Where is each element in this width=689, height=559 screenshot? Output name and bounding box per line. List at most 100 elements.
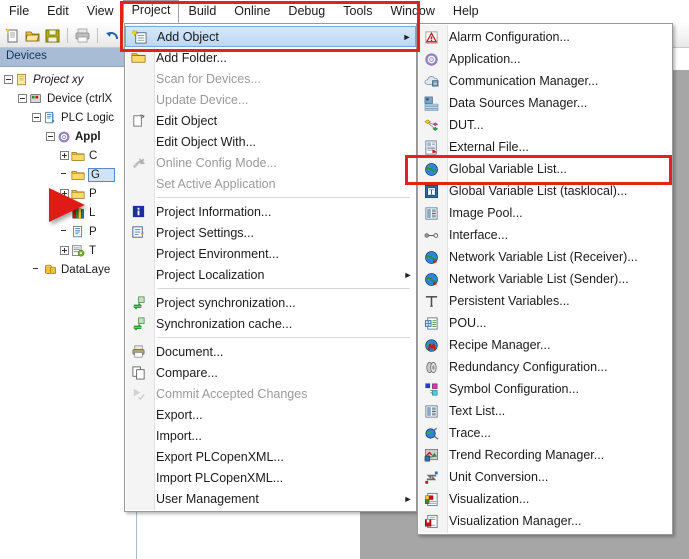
tree-item-label[interactable]: P [89, 188, 97, 200]
tree-item[interactable]: PLC Logic [0, 108, 136, 127]
menu-item-edit-object-with[interactable]: Edit Object With... [125, 131, 416, 152]
menu-item-project-information[interactable]: Project Information... [125, 201, 416, 222]
menu-item-external-file[interactable]: External File... [418, 136, 672, 158]
save-project-icon[interactable] [44, 27, 61, 44]
tree-expander-minus-icon[interactable] [46, 132, 55, 141]
undo-icon[interactable] [104, 27, 121, 44]
tree-item-label[interactable]: T [89, 245, 96, 257]
menubar-item-build[interactable]: Build [179, 1, 225, 23]
menu-item-trend-recording-manager[interactable]: Trend Recording Manager... [418, 444, 672, 466]
tree-expander-placeholder [32, 265, 41, 274]
menu-item-synchronization-cache[interactable]: Synchronization cache... [125, 313, 416, 334]
menubar-item-edit[interactable]: Edit [38, 1, 78, 23]
tree-item-label[interactable]: L [89, 207, 95, 219]
menu-item-global-variable-list-tasklocal[interactable]: T Global Variable List (tasklocal)... [418, 180, 672, 202]
menu-item-label: User Management [156, 491, 259, 506]
menu-item-user-management[interactable]: User Management ► [125, 488, 416, 509]
menu-item-compare[interactable]: Compare... [125, 362, 416, 383]
new-project-icon[interactable] [4, 27, 21, 44]
menu-item-project-environment[interactable]: Project Environment... [125, 243, 416, 264]
menu-item-data-sources-manager[interactable]: Data Sources Manager... [418, 92, 672, 114]
menu-item-document[interactable]: Document... [125, 341, 416, 362]
tree-item[interactable]: Appl [0, 127, 136, 146]
menu-item-label: Global Variable List... [449, 162, 567, 176]
tree-expander-plus-icon[interactable] [60, 246, 69, 255]
menu-item-network-variable-list-sender[interactable]: Network Variable List (Sender)... [418, 268, 672, 290]
menu-item-project-localization[interactable]: Project Localization ► [125, 264, 416, 285]
menu-item-alarm-configuration[interactable]: Alarm Configuration... [418, 26, 672, 48]
tree-expander-minus-icon[interactable] [32, 113, 41, 122]
tree-item-label[interactable]: Device (ctrlX [47, 93, 112, 105]
devices-tree[interactable]: Project xy Device (ctrlX PLC Logic Appl C G P L… [0, 67, 136, 279]
data-sources-manager-icon [418, 96, 445, 111]
menu-item-symbol-configuration[interactable]: Symbol Configuration... [418, 378, 672, 400]
communication-manager-icon [418, 74, 445, 89]
add-object-submenu[interactable]: Alarm Configuration... Application... Comm… [417, 23, 673, 535]
tree-expander-minus-icon[interactable] [18, 94, 27, 103]
global-variable-list-icon [418, 162, 445, 177]
menu-item-label: Redundancy Configuration... [449, 360, 608, 374]
tree-expander-minus-icon[interactable] [4, 75, 13, 84]
project-menu[interactable]: Add Object ► Add Folder... Scan for Devices… [124, 23, 417, 512]
menu-item-label: Compare... [156, 365, 218, 380]
menu-item-export-plcopenxml[interactable]: Export PLCopenXML... [125, 446, 416, 467]
menu-item-edit-object[interactable]: Edit Object [125, 110, 416, 131]
menubar-item-tools[interactable]: Tools [334, 1, 381, 23]
menu-item-export[interactable]: Export... [125, 404, 416, 425]
menu-item-add-object[interactable]: Add Object ► [125, 26, 416, 47]
tree-item-label[interactable]: Appl [75, 131, 101, 143]
compare-icon [125, 365, 152, 380]
menubar-item-project[interactable]: Project [122, 0, 180, 23]
menubar-item-online[interactable]: Online [225, 1, 279, 23]
menubar-item-view[interactable]: View [78, 1, 123, 23]
tree-item[interactable]: P [0, 222, 136, 241]
menu-item-visualization[interactable]: Visualization... [418, 488, 672, 510]
tree-item-label[interactable]: Project xy [33, 74, 84, 86]
menu-item-application[interactable]: Application... [418, 48, 672, 70]
menu-item-communication-manager[interactable]: Communication Manager... [418, 70, 672, 92]
tree-item[interactable]: Device (ctrlX [0, 89, 136, 108]
menu-item-import[interactable]: Import... [125, 425, 416, 446]
tree-item[interactable]: T [0, 241, 136, 260]
menu-item-image-pool[interactable]: Image Pool... [418, 202, 672, 224]
toolbar-separator [97, 27, 98, 43]
open-project-icon[interactable] [24, 27, 41, 44]
print-icon[interactable] [74, 27, 91, 44]
submenu-arrow-icon: ► [403, 493, 413, 504]
tree-item-label[interactable]: PLC Logic [61, 112, 114, 124]
tree-item[interactable]: C [0, 146, 136, 165]
tree-item-label[interactable]: C [89, 150, 97, 162]
tree-item-label[interactable]: G [88, 167, 115, 182]
menubar-item-file[interactable]: File [0, 1, 38, 23]
menu-item-text-list[interactable]: Text List... [418, 400, 672, 422]
menubar-item-debug[interactable]: Debug [279, 1, 334, 23]
menu-item-persistent-variables[interactable]: Persistent Variables... [418, 290, 672, 312]
menu-item-online-config-mode: Online Config Mode... [125, 152, 416, 173]
menu-item-project-settings[interactable]: Project Settings... [125, 222, 416, 243]
menu-item-interface[interactable]: Interface... [418, 224, 672, 246]
menu-item-global-variable-list[interactable]: Global Variable List... [418, 158, 672, 180]
tree-expander-plus-icon[interactable] [60, 151, 69, 160]
menu-item-redundancy-configuration[interactable]: Redundancy Configuration... [418, 356, 672, 378]
tree-item-label[interactable]: P [89, 226, 97, 238]
menubar-item-help[interactable]: Help [444, 1, 488, 23]
tree-item[interactable]: Project xy [0, 70, 136, 89]
menu-item-label: External File... [449, 140, 529, 154]
menu-item-network-variable-list-receiver[interactable]: Network Variable List (Receiver)... [418, 246, 672, 268]
menu-item-dut[interactable]: DUT... [418, 114, 672, 136]
tree-item[interactable]: DataLaye [0, 260, 136, 279]
menu-item-label: Trend Recording Manager... [449, 448, 605, 462]
menu-item-label: Persistent Variables... [449, 294, 570, 308]
menu-item-pou[interactable]: POU... [418, 312, 672, 334]
menu-item-recipe-manager[interactable]: Recipe Manager... [418, 334, 672, 356]
tree-item[interactable]: G [0, 165, 136, 184]
menu-item-visualization-manager[interactable]: Visualization Manager... [418, 510, 672, 532]
menubar-item-window[interactable]: Window [381, 1, 443, 23]
tree-item-label[interactable]: DataLaye [61, 264, 110, 276]
persistent-variables-icon [418, 294, 445, 309]
menu-item-import-plcopenxml[interactable]: Import PLCopenXML... [125, 467, 416, 488]
menu-item-project-synchronization[interactable]: Project synchronization... [125, 292, 416, 313]
menu-item-unit-conversion[interactable]: Unit Conversion... [418, 466, 672, 488]
menu-item-trace[interactable]: Trace... [418, 422, 672, 444]
menu-item-add-folder[interactable]: Add Folder... [125, 47, 416, 68]
